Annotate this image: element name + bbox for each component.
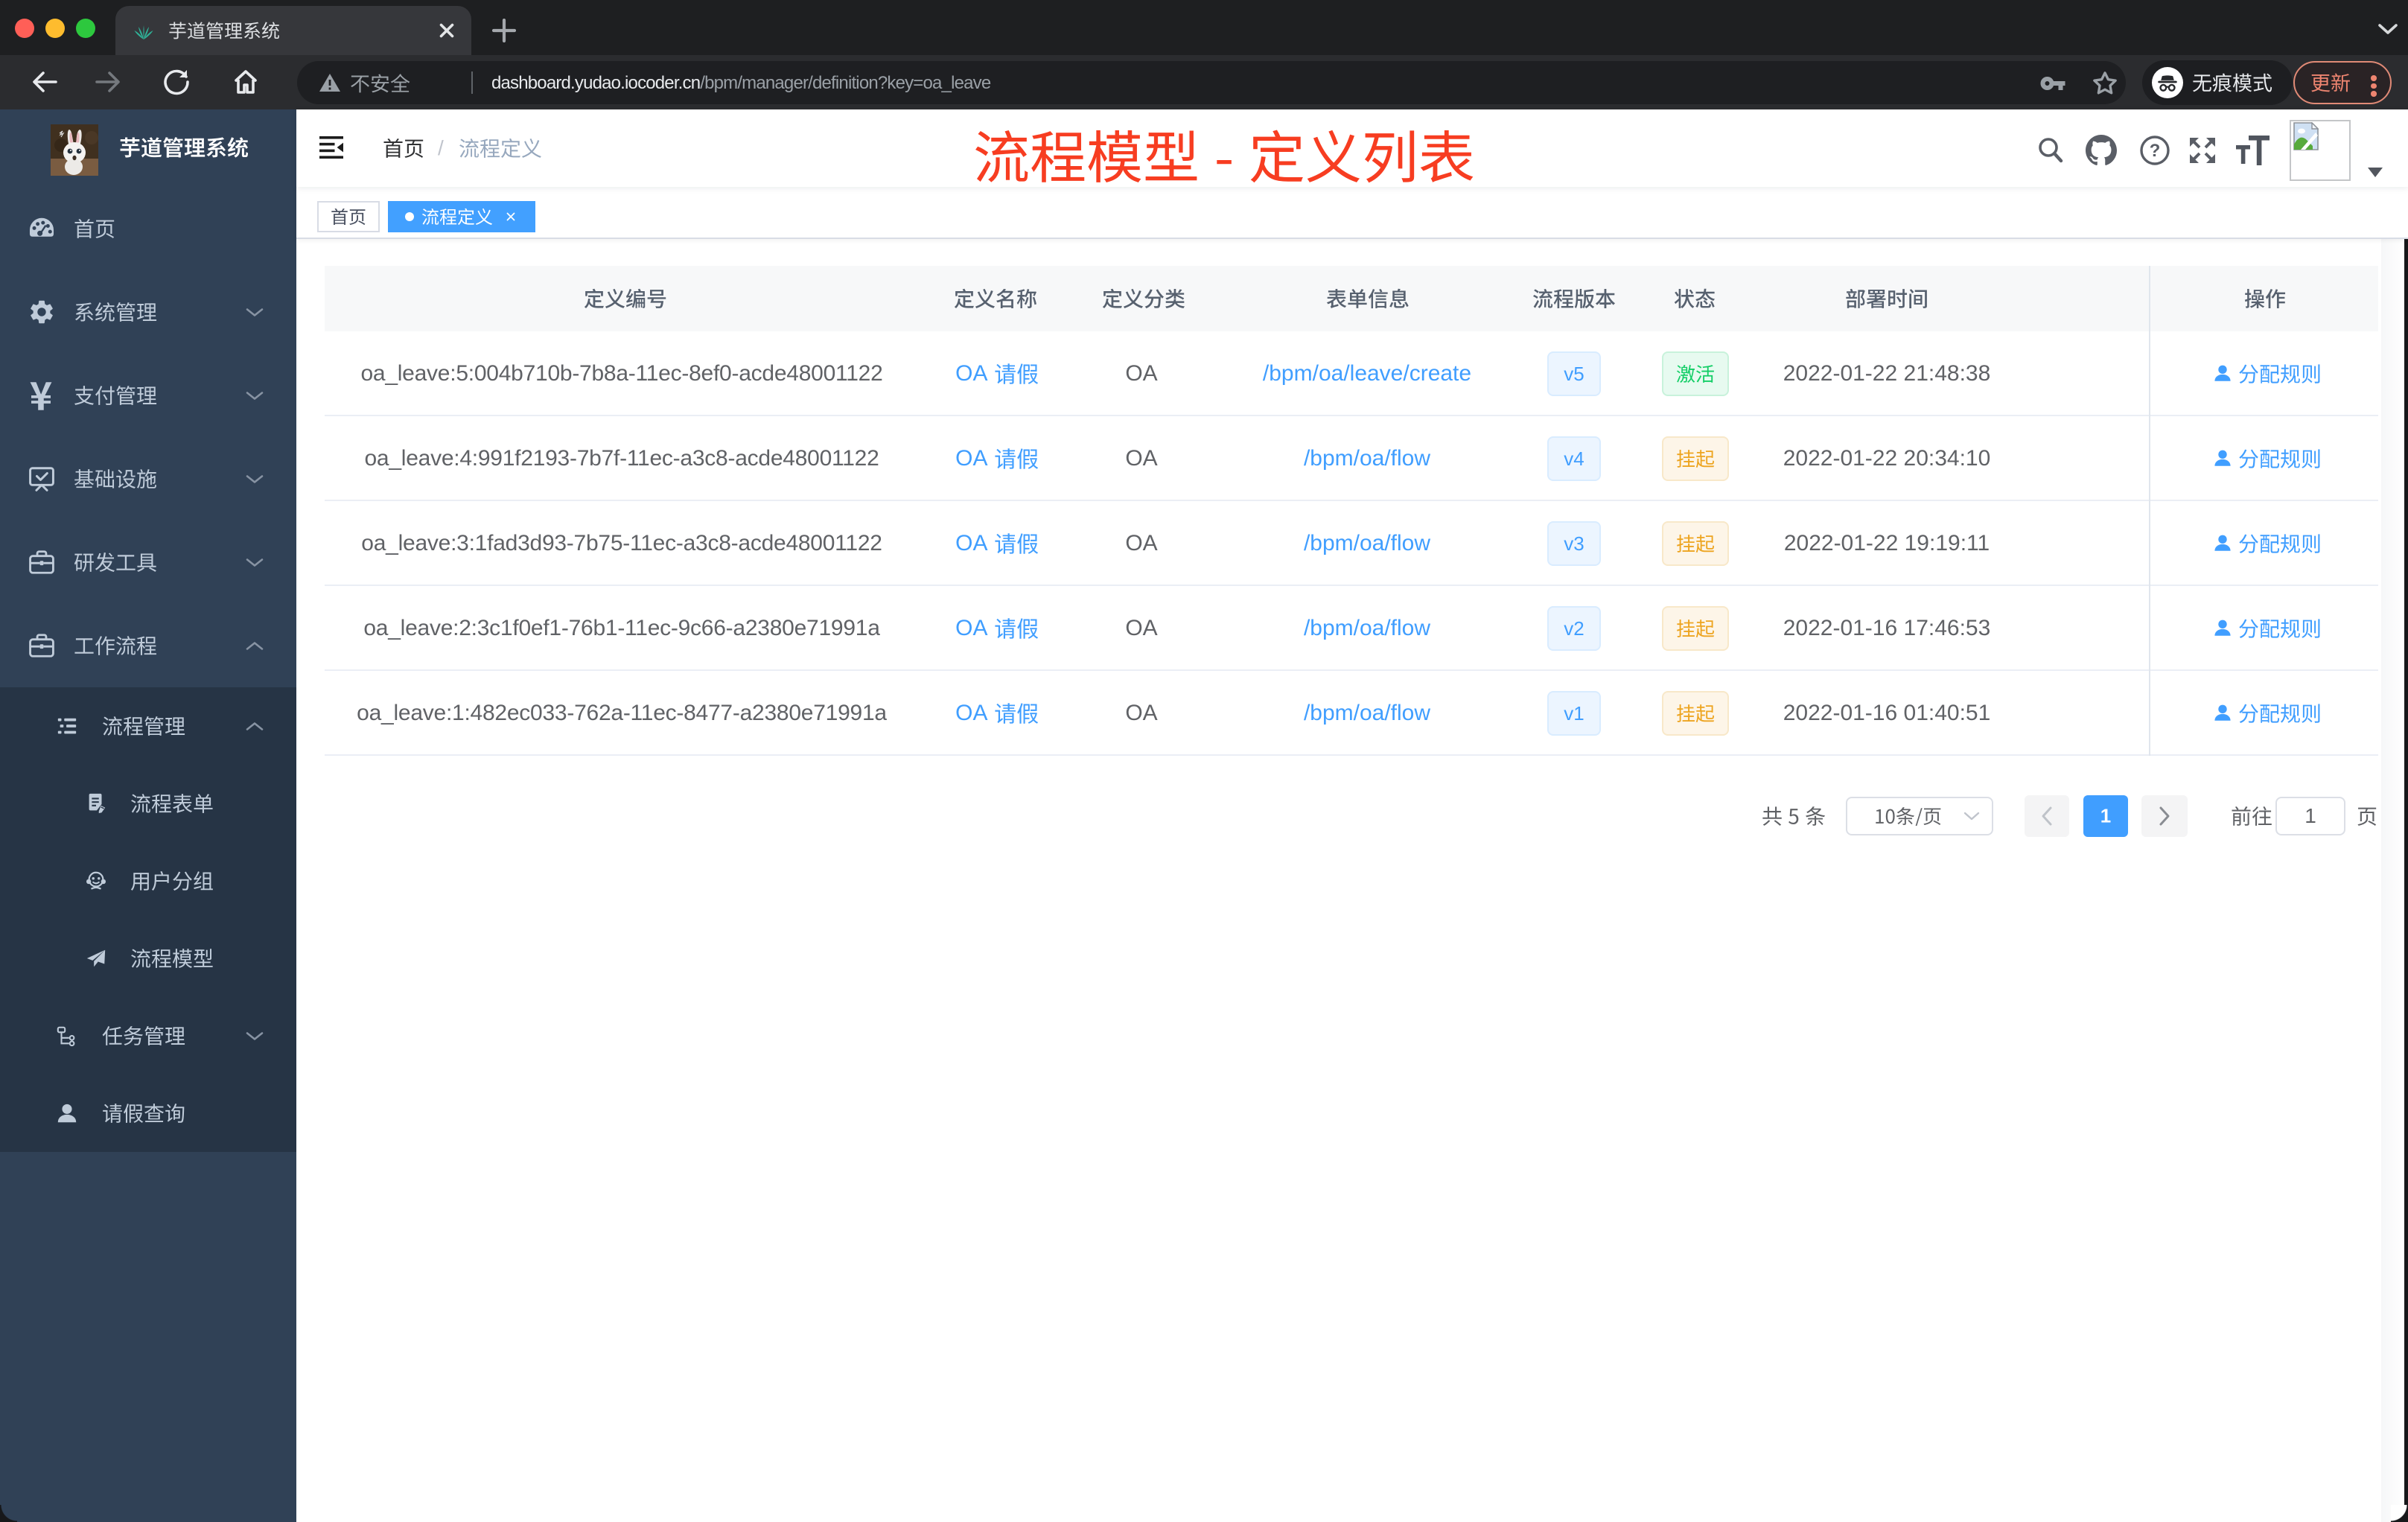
svg-text:?: ? xyxy=(2150,141,2161,161)
